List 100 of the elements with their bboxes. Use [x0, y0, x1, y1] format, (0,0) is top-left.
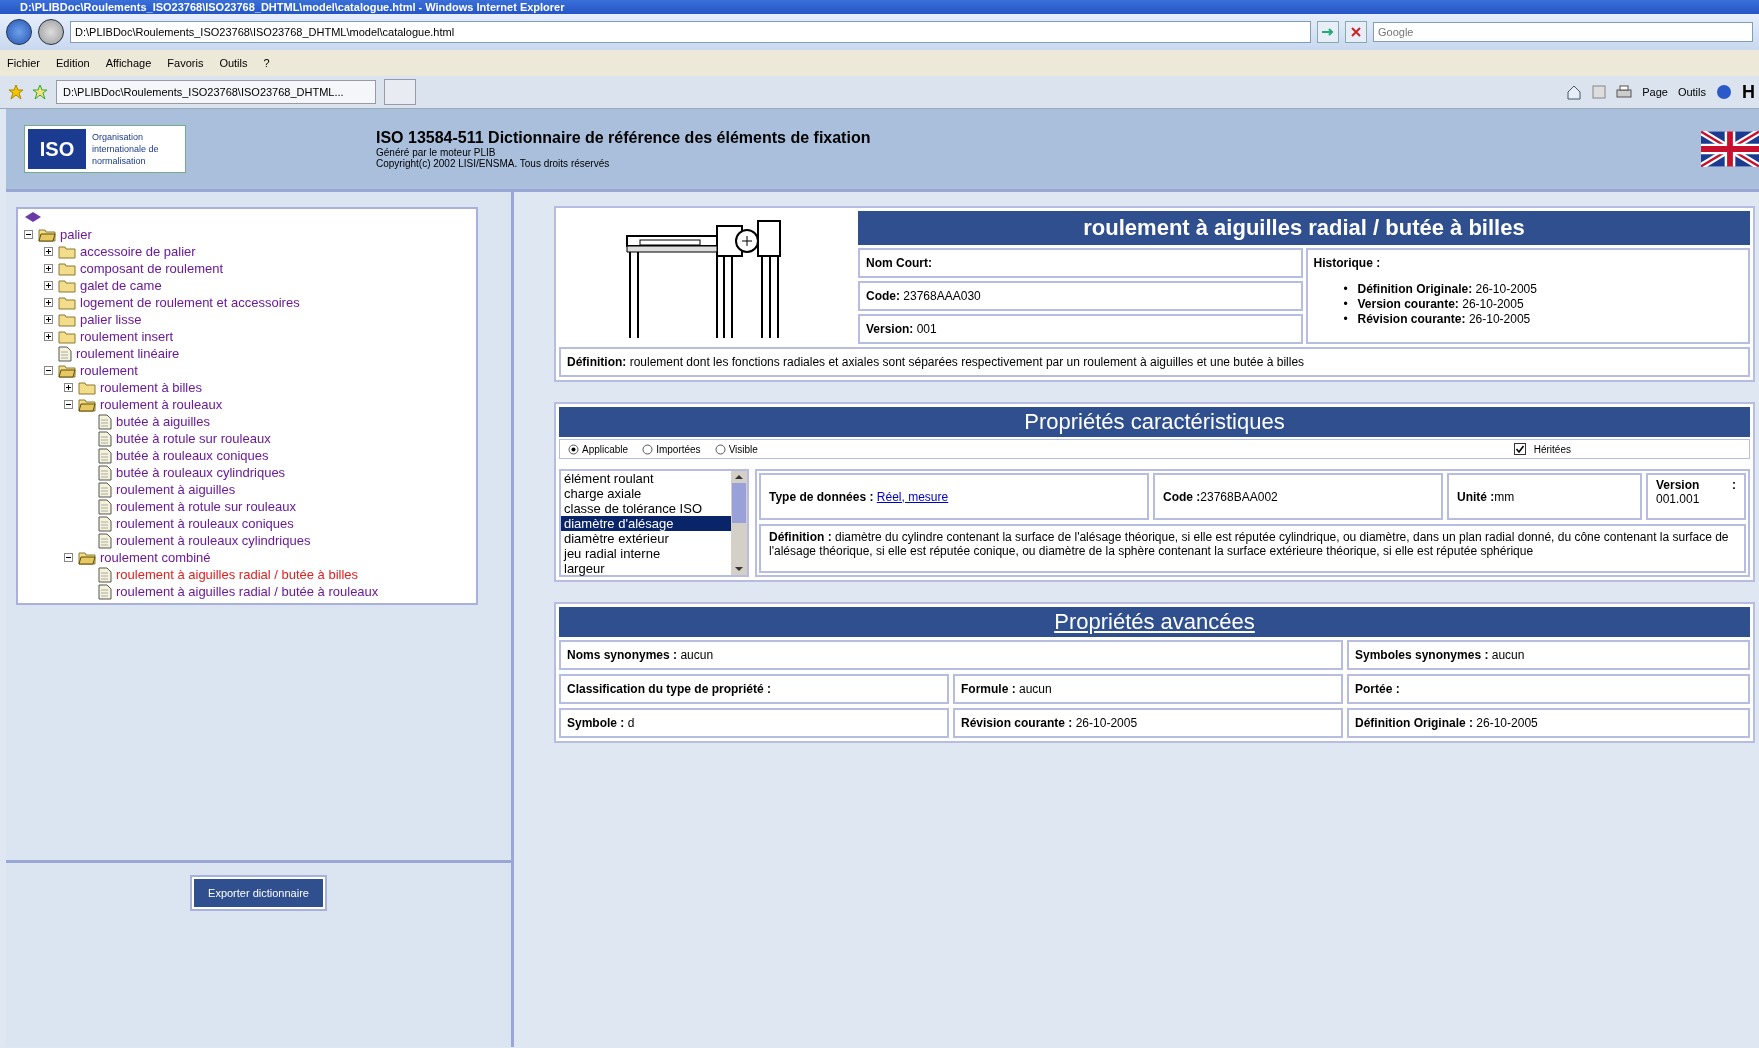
tree-item[interactable]: roulement linéaire	[76, 346, 180, 361]
expand-icon[interactable]	[44, 332, 53, 341]
document-icon	[98, 447, 112, 464]
folder-icon	[58, 295, 76, 310]
back-button[interactable]	[6, 19, 32, 45]
print-icon[interactable]	[1616, 85, 1633, 99]
tree-item[interactable]: roulement à rouleaux	[100, 397, 223, 412]
tree-item[interactable]: roulement à aiguilles	[116, 482, 236, 497]
page-menu[interactable]: Page	[1642, 86, 1668, 98]
checkbox-icon[interactable]	[1513, 443, 1526, 455]
tree-item[interactable]: butée à rouleaux coniques	[116, 448, 269, 463]
list-item[interactable]: jeu radial interne	[561, 546, 731, 561]
property-cell: Noms synonymes : aucun	[559, 640, 1343, 670]
page-title: ISO 13584-511 Dictionnaire de référence des éléments de fixation	[376, 129, 871, 147]
tree-item[interactable]: roulement à billes	[100, 380, 202, 395]
menu-item[interactable]: Edition	[56, 57, 90, 69]
refresh-button[interactable]	[1317, 21, 1339, 43]
arrow-icon	[1321, 27, 1335, 37]
item-title: roulement à aiguilles radial / butée à billes	[858, 211, 1750, 245]
tree-item[interactable]: roulement à rouleaux cylindriques	[116, 533, 311, 548]
collapse-icon[interactable]	[24, 230, 33, 239]
star-icon[interactable]	[8, 84, 24, 100]
menu-item[interactable]: Favoris	[167, 57, 204, 69]
browser-tab[interactable]: D:\PLIBDoc\Roulements_ISO23768\ISO23768_DHTML...	[56, 80, 376, 104]
radio-option[interactable]: Applicable	[568, 443, 629, 455]
tree-item[interactable]: butée à aiguilles	[116, 414, 210, 429]
folder-icon	[78, 380, 96, 395]
radio-icon[interactable]	[714, 443, 726, 455]
expand-icon[interactable]	[44, 281, 53, 290]
tree-item[interactable]: palier lisse	[80, 312, 142, 327]
property-cell: Symbole : d	[559, 708, 949, 738]
folder-icon	[58, 329, 76, 344]
section-title[interactable]: Propriétés avancées	[1054, 609, 1255, 634]
menu-item[interactable]: Fichier	[7, 57, 40, 69]
expand-icon[interactable]	[44, 315, 53, 324]
tree-item[interactable]: roulement combiné	[100, 550, 211, 565]
tools-menu[interactable]: Outils	[1677, 86, 1706, 98]
flag-icon[interactable]	[1701, 131, 1759, 167]
tree-item[interactable]: galet de came	[80, 278, 162, 293]
tree-item[interactable]: accessoire de palier	[80, 244, 196, 259]
history-item: • Définition Originale: 26-10-2005	[1343, 282, 1537, 297]
property-cell: Formule : aucun	[953, 674, 1343, 704]
radio-option[interactable]: Importées	[642, 443, 701, 455]
document-icon	[98, 532, 112, 549]
menu-item[interactable]: Affichage	[105, 57, 152, 69]
document-icon	[98, 566, 112, 583]
field-row: Code: 23768AAA030	[858, 281, 1303, 311]
address-field[interactable]: D:\PLIBDoc\Roulements_ISO23768\ISO23768_DHTML\model\catalogue.html	[70, 21, 1311, 43]
expand-icon[interactable]	[64, 383, 73, 392]
list-item[interactable]: charge axiale	[561, 486, 731, 501]
stop-button[interactable]	[1345, 21, 1367, 43]
tree-item[interactable]: butée à rouleaux cylindriques	[116, 465, 286, 480]
document-icon	[98, 413, 112, 430]
expand-icon[interactable]	[44, 247, 53, 256]
property-cell: Révision courante : 26-10-2005	[953, 708, 1343, 738]
scrollbar[interactable]	[731, 471, 747, 575]
open-folder-icon	[58, 363, 76, 378]
tree-item[interactable]: logement de roulement et accessoires	[80, 295, 300, 310]
property-cell: Portée :	[1347, 674, 1750, 704]
code-field: Code :23768BAA002	[1153, 473, 1443, 520]
tree-item[interactable]: roulement à rotule sur rouleaux	[116, 499, 296, 514]
list-item[interactable]: diamètre extérieur	[561, 531, 731, 546]
document-icon	[98, 464, 112, 481]
tree-item[interactable]: composant de roulement	[80, 261, 224, 276]
list-item[interactable]: largeur	[561, 561, 731, 576]
search-field[interactable]: Google	[1373, 22, 1753, 42]
forward-button[interactable]	[38, 19, 64, 45]
tree-item[interactable]: roulement à rouleaux coniques	[116, 516, 294, 531]
menu-item[interactable]: ?	[263, 57, 270, 69]
folder-icon	[58, 261, 76, 276]
collapse-icon[interactable]	[64, 400, 73, 409]
tree-item[interactable]: roulement insert	[80, 329, 174, 344]
radio-option[interactable]: Visible	[714, 443, 758, 455]
tree-item[interactable]: roulement à aiguilles radial / butée à billes	[116, 567, 359, 582]
list-item[interactable]: classe de tolérance ISO	[561, 501, 731, 516]
collapse-icon[interactable]	[44, 366, 53, 375]
data-type-field: Type de données : Réel, mesure	[759, 473, 1149, 520]
export-button[interactable]: Exporter dictionnaire	[192, 877, 325, 909]
history-item: • Version courante: 26-10-2005	[1343, 297, 1524, 312]
radio-icon[interactable]	[642, 443, 654, 455]
home-icon[interactable]	[1566, 84, 1583, 100]
collapse-icon[interactable]	[64, 553, 73, 562]
radio-icon[interactable]	[568, 443, 579, 455]
list-item[interactable]: diamètre d'alésage	[561, 516, 731, 531]
tree-item[interactable]: palier	[60, 227, 92, 242]
list-item[interactable]: élément roulant	[561, 471, 731, 486]
open-folder-icon	[78, 397, 96, 412]
toolbar-letter[interactable]: H	[1742, 81, 1755, 103]
folder-icon	[58, 312, 76, 327]
expand-icon[interactable]	[44, 298, 53, 307]
menu-item[interactable]: Outils	[219, 57, 248, 69]
data-type-link[interactable]: Réel, mesure	[876, 489, 949, 504]
checkbox[interactable]: Héritées	[1513, 443, 1571, 455]
unit-field: Unité :mm	[1447, 473, 1642, 520]
tree-item[interactable]: roulement	[80, 363, 138, 378]
document-icon	[58, 345, 72, 362]
expand-icon[interactable]	[44, 264, 53, 273]
tree-item[interactable]: butée à rotule sur rouleaux	[116, 431, 271, 446]
section-title: Propriétés caractéristiques	[559, 407, 1750, 437]
tree-item[interactable]: roulement à aiguilles radial / butée à rouleaux	[116, 584, 379, 599]
